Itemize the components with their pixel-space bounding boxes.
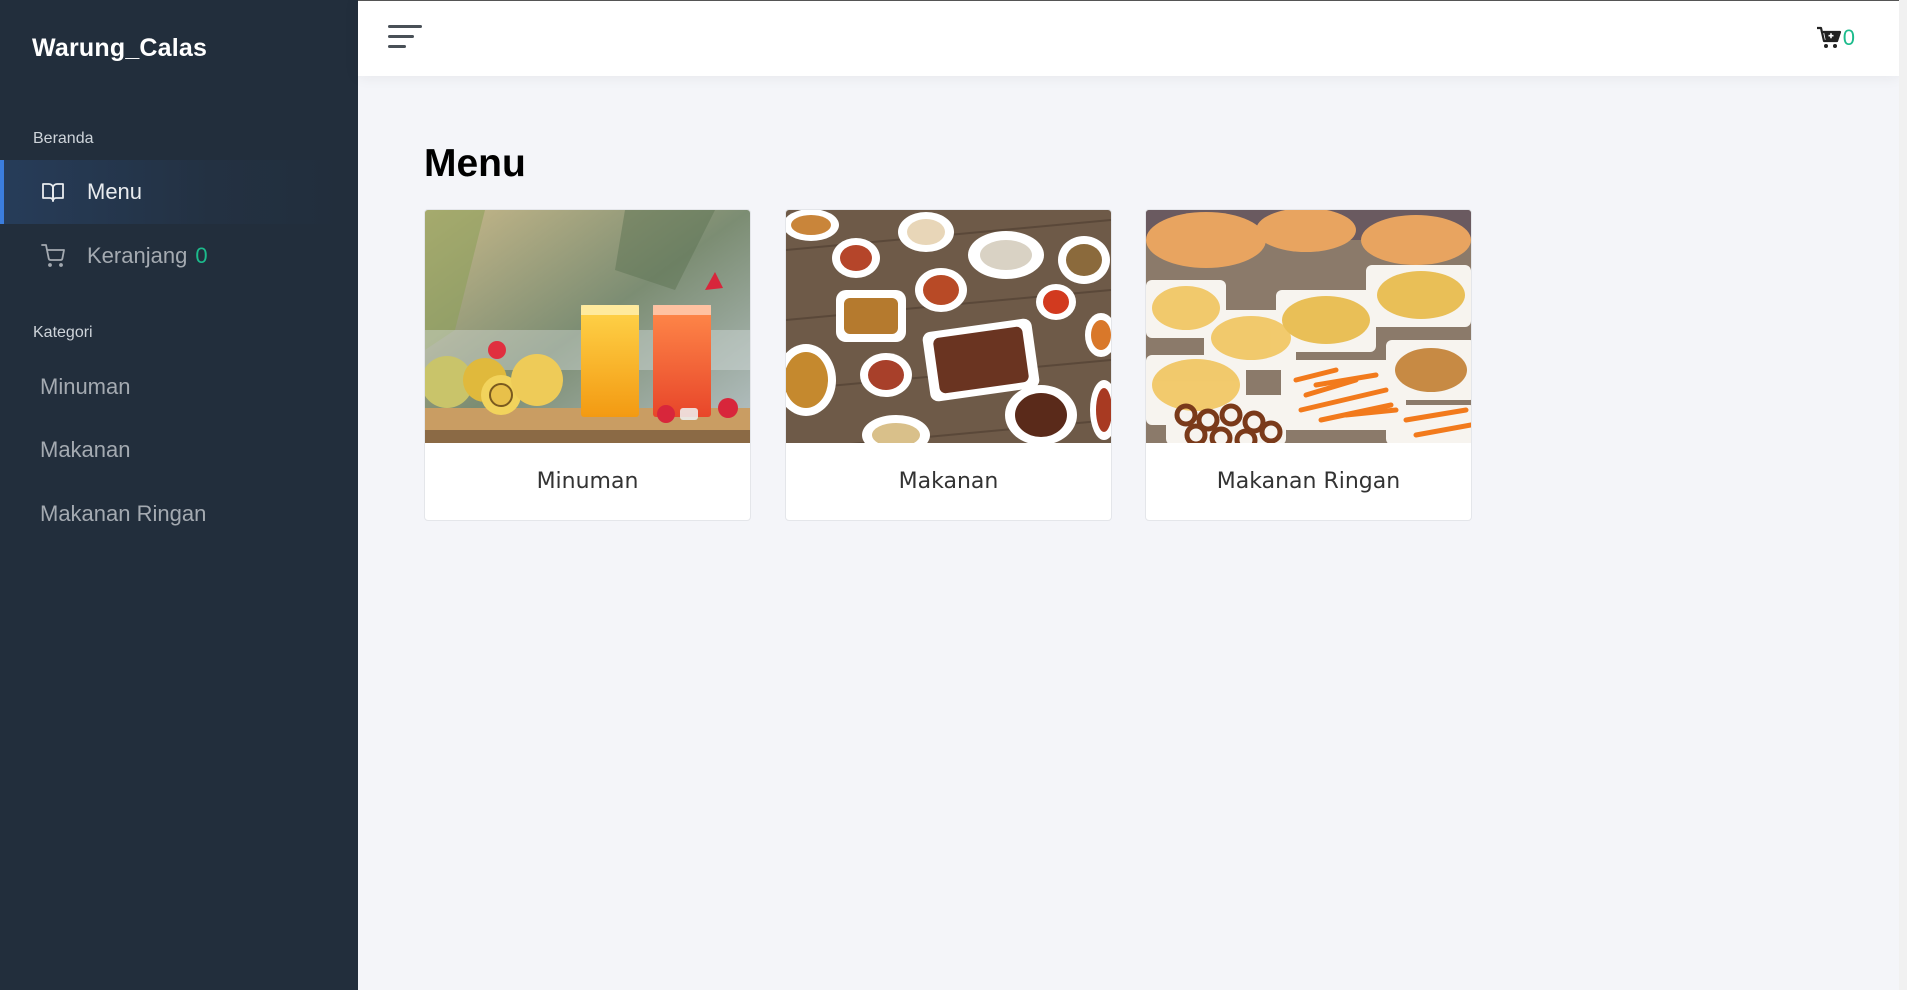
sidebar: Warung_Calas Beranda Menu Keranjang 0 Kat… [0, 0, 358, 990]
sidebar-item-keranjang[interactable]: Keranjang 0 [0, 224, 340, 288]
food-dishes-photo [786, 210, 1111, 443]
sidebar-header-beranda: Beranda [33, 130, 94, 147]
navbar-cart-button[interactable]: 0 [1816, 25, 1855, 51]
sidebar-header-kategori: Kategori [33, 324, 93, 341]
keranjang-label: Keranjang [87, 243, 188, 268]
shopping-cart-icon [41, 244, 65, 267]
cart-count-badge: 0 [195, 243, 208, 268]
sidebar-link-makanan[interactable]: Makanan [40, 437, 131, 463]
hamburger-icon[interactable] [388, 25, 422, 51]
book-open-icon [42, 183, 64, 202]
page-title: Menu [424, 142, 526, 185]
category-card-makanan-ringan[interactable]: Makanan Ringan [1145, 209, 1472, 521]
snacks-photo [1146, 210, 1471, 443]
category-card-minuman[interactable]: Minuman [424, 209, 751, 521]
sidebar-link-minuman[interactable]: Minuman [40, 374, 130, 400]
card-caption: Minuman [536, 469, 639, 494]
sidebar-item-label: Keranjang 0 [87, 243, 208, 269]
navbar-cart-count: 0 [1842, 25, 1855, 50]
page-scrollbar[interactable] [1899, 0, 1907, 990]
sidebar-item-label: Menu [87, 179, 143, 204]
sidebar-link-makanan-ringan[interactable]: Makanan Ringan [40, 501, 206, 527]
card-caption: Makanan [898, 469, 999, 494]
brand-logo[interactable]: Warung_Calas [32, 34, 207, 63]
sidebar-item-menu[interactable]: Menu [0, 160, 344, 224]
category-card-makanan[interactable]: Makanan [785, 209, 1112, 521]
cart-plus-icon [1816, 26, 1841, 48]
top-navbar: 0 [358, 0, 1899, 76]
card-caption: Makanan Ringan [1216, 469, 1401, 494]
drinks-photo [425, 210, 750, 443]
